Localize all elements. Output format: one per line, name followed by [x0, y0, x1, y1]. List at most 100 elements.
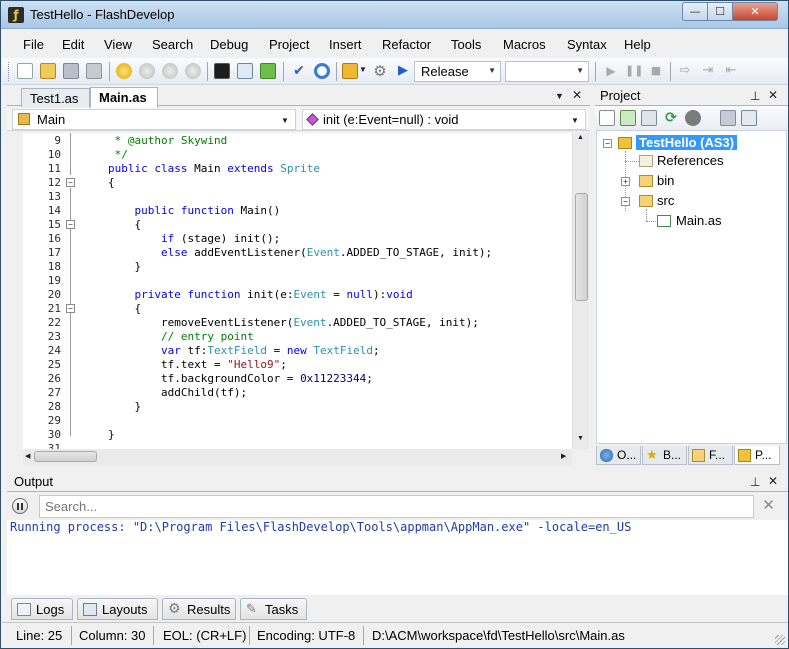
tab-outline[interactable]: O...	[596, 446, 641, 465]
class-navigator-select[interactable]: Main ▼	[12, 109, 296, 130]
menu-macros[interactable]: Macros	[503, 37, 546, 52]
wrench-icon: ✎	[246, 602, 257, 617]
bookmark-prev-icon[interactable]	[139, 63, 155, 79]
toolbar-grip[interactable]	[8, 62, 11, 81]
close-panel-icon[interactable]: ✕	[768, 88, 778, 102]
output-search-input[interactable]	[39, 495, 754, 518]
save-icon[interactable]	[63, 63, 79, 79]
menu-debug[interactable]: Debug	[210, 37, 248, 52]
line-number: 9	[54, 134, 61, 147]
build-target-select[interactable]: ▼	[505, 61, 589, 82]
code-line: tf.backgroundColor = 0x11223344;	[108, 372, 373, 385]
editor-horizontal-scrollbar[interactable]: ◀ ▶	[23, 449, 572, 465]
line-number: 21	[47, 302, 61, 315]
properties-icon[interactable]	[641, 110, 657, 126]
close-panel-icon[interactable]: ✕	[768, 474, 778, 488]
gear-icon[interactable]: ⚙	[372, 63, 388, 79]
tab-test1[interactable]: Test1.as	[21, 88, 90, 107]
fold-toggle-icon[interactable]: −	[66, 178, 75, 187]
bookmark-icon[interactable]	[116, 63, 132, 79]
code-editor[interactable]: − − − 9 * @author Skywind 10 */ 11 public c…	[23, 133, 572, 449]
menu-help[interactable]: Help	[624, 37, 651, 52]
remove-icon[interactable]	[685, 110, 701, 126]
step-into-icon[interactable]: ⇥	[700, 63, 716, 79]
scroll-left-icon[interactable]: ◀	[25, 452, 30, 460]
tree-item-bin[interactable]: bin	[657, 173, 674, 188]
tab-logs[interactable]: Logs	[11, 598, 73, 620]
tab-files[interactable]: F...	[688, 446, 733, 465]
add-file-icon[interactable]	[599, 110, 615, 126]
bookmark-clear-icon[interactable]	[185, 63, 201, 79]
tab-tasks[interactable]: ✎ Tasks	[240, 598, 307, 620]
collapse-icon[interactable]	[720, 110, 736, 126]
pause-output-button[interactable]	[12, 498, 28, 514]
import-icon[interactable]	[620, 110, 636, 126]
open-file-icon[interactable]	[40, 63, 56, 79]
menu-refactor[interactable]: Refactor	[382, 37, 431, 52]
step-out-icon[interactable]: ⇤	[723, 63, 739, 79]
maximize-button[interactable]: ☐	[707, 2, 733, 21]
folder-icon	[639, 175, 653, 187]
minimize-button[interactable]: —	[682, 2, 708, 21]
menu-tools[interactable]: Tools	[451, 37, 481, 52]
member-navigator-select[interactable]: init (e:Event=null) : void ▼	[302, 109, 586, 130]
tab-bookmarks[interactable]: ★ B...	[642, 446, 687, 465]
run-icon[interactable]: ▶	[395, 63, 411, 79]
tab-layouts[interactable]: Layouts	[77, 598, 158, 620]
menu-edit[interactable]: Edit	[62, 37, 84, 52]
check-syntax-icon[interactable]: ✔	[291, 63, 307, 79]
editor-vertical-scrollbar[interactable]: ▲ ▼	[572, 133, 589, 449]
project-panel-header: Project ⊥ ✕	[595, 86, 788, 106]
menu-file[interactable]: File	[23, 37, 44, 52]
debug-stop-icon[interactable]: ■	[648, 63, 664, 79]
scroll-thumb[interactable]	[575, 193, 588, 301]
close-tab-icon[interactable]: ✕	[572, 88, 582, 102]
command-prompt-icon[interactable]	[214, 63, 230, 79]
fold-toggle-icon[interactable]: −	[66, 220, 75, 229]
fold-toggle-icon[interactable]: −	[66, 304, 75, 313]
collapse-toggle-icon[interactable]: −	[621, 197, 630, 206]
collapse-toggle-icon[interactable]: −	[603, 139, 612, 148]
menu-search[interactable]: Search	[152, 37, 193, 52]
package-dropdown-arrow[interactable]: ▼	[359, 65, 367, 74]
close-button[interactable]: ✕	[732, 2, 778, 21]
save-all-icon[interactable]	[86, 63, 102, 79]
debug-continue-icon[interactable]: ▶	[603, 63, 619, 79]
plugin-icon[interactable]	[260, 63, 276, 79]
tab-list-dropdown-icon[interactable]: ▼	[555, 91, 564, 101]
resize-grip[interactable]	[775, 635, 785, 645]
bookmark-next-icon[interactable]	[162, 63, 178, 79]
title-bar[interactable]: ƒ TestHello - FlashDevelop — ☐ ✕	[1, 1, 788, 29]
menu-view[interactable]: View	[104, 37, 132, 52]
package-icon[interactable]	[342, 63, 358, 79]
tree-item-main-as[interactable]: Main.as	[676, 213, 722, 228]
clock-icon[interactable]	[314, 63, 330, 79]
toolbar-separator	[283, 62, 284, 81]
tab-project[interactable]: P...	[734, 446, 780, 465]
menu-insert[interactable]: Insert	[329, 37, 362, 52]
menu-syntax[interactable]: Syntax	[567, 37, 607, 52]
view-icon[interactable]	[741, 110, 757, 126]
scroll-up-icon[interactable]: ▲	[577, 134, 584, 141]
build-config-select[interactable]: Release ▼	[414, 61, 501, 82]
scroll-down-icon[interactable]: ▼	[577, 435, 584, 442]
tab-main[interactable]: Main.as	[90, 87, 158, 108]
tab-results[interactable]: ⚙ Results	[162, 598, 236, 620]
new-file-icon[interactable]	[17, 63, 33, 79]
tree-item-src[interactable]: src	[657, 193, 674, 208]
tree-item-project[interactable]: TestHello (AS3)	[636, 135, 738, 150]
output-text-area[interactable]: Running process: "D:\Program Files\Flash…	[7, 520, 788, 595]
step-over-icon[interactable]: ⇨	[677, 63, 693, 79]
refresh-icon[interactable]: ⟳	[663, 110, 679, 126]
expand-toggle-icon[interactable]: +	[621, 177, 630, 186]
debug-pause-icon[interactable]: ❚❚	[625, 63, 643, 79]
tree-item-references[interactable]: References	[657, 153, 723, 168]
menu-project[interactable]: Project	[269, 37, 309, 52]
output-log-line: Running process: "D:\Program Files\Flash…	[10, 520, 632, 534]
clear-search-icon[interactable]: ✕	[760, 497, 777, 514]
scroll-thumb[interactable]	[34, 451, 97, 462]
pin-icon[interactable]: ⊥	[750, 475, 760, 489]
panel-icon[interactable]	[237, 63, 253, 79]
scroll-right-icon[interactable]: ▶	[561, 452, 566, 460]
pin-icon[interactable]: ⊥	[750, 89, 760, 103]
